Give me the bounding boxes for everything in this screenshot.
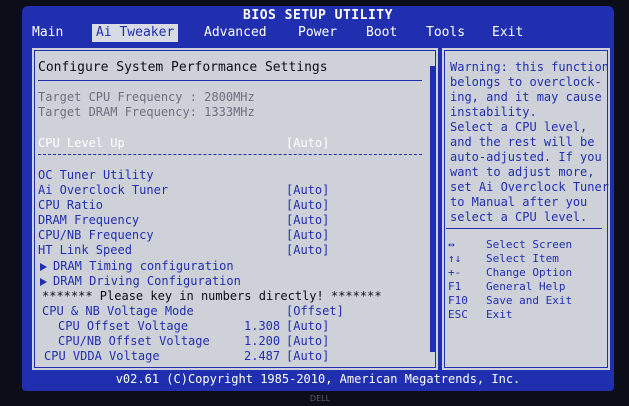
cpu-nb-frequency-value[interactable]: [Auto]: [286, 228, 329, 242]
voltage-mode-label[interactable]: CPU & NB Voltage Mode: [42, 304, 194, 318]
help-line: belongs to overclock-: [450, 75, 602, 89]
cpu-level-up-value[interactable]: [Auto]: [286, 136, 329, 150]
cpu-offset-voltage-value[interactable]: [Auto]: [286, 319, 329, 333]
help-line: auto-adjusted. If you: [450, 150, 602, 164]
dram-frequency-value[interactable]: [Auto]: [286, 213, 329, 227]
target-dram-frequency: Target DRAM Frequency: 1333MHz: [38, 105, 255, 119]
submenu-arrow-icon: [40, 277, 47, 286]
key-desc: Exit: [486, 308, 513, 321]
submenu-dram-driving-label: DRAM Driving Configuration: [53, 274, 241, 288]
help-line: want to adjust more,: [450, 165, 595, 179]
menu-main[interactable]: Main: [28, 24, 67, 42]
section-divider: [38, 154, 422, 155]
f10-key: F10: [448, 294, 468, 307]
cpu-vdda-voltage-value[interactable]: [Auto]: [286, 349, 329, 363]
cpu-ratio-value[interactable]: [Auto]: [286, 198, 329, 212]
section-title: Configure System Performance Settings: [38, 60, 328, 75]
submenu-dram-driving[interactable]: DRAM Driving Configuration: [40, 274, 241, 288]
submenu-dram-timing[interactable]: DRAM Timing configuration: [40, 259, 234, 273]
ht-link-speed-label[interactable]: HT Link Speed: [38, 243, 132, 257]
help-line: and the rest will be: [450, 135, 595, 149]
help-line: set Ai Overclock Tuner: [450, 180, 609, 194]
menu-ai-tweaker[interactable]: Ai Tweaker: [92, 24, 179, 42]
target-cpu-frequency: Target CPU Frequency : 2800MHz: [38, 90, 255, 104]
help-line: Select a CPU level,: [450, 120, 588, 134]
help-panel: Warning: this function belongs to overcl…: [440, 46, 612, 372]
menu-exit[interactable]: Exit: [488, 24, 527, 42]
menu-advanced[interactable]: Advanced: [200, 24, 271, 42]
cpu-nb-offset-voltage-label[interactable]: CPU/NB Offset Voltage: [58, 334, 210, 348]
menu-bar: Main Ai Tweaker Advanced Power Boot Tool…: [22, 24, 614, 42]
menu-tools[interactable]: Tools: [422, 24, 469, 42]
cpu-vdda-voltage-label[interactable]: CPU VDDA Voltage: [44, 349, 160, 363]
bios-title: BIOS SETUP UTILITY: [243, 8, 393, 23]
esc-key: ESC: [448, 308, 468, 321]
monitor-brand-logo: DELL: [309, 394, 331, 403]
cpu-nb-offset-voltage-value[interactable]: [Auto]: [286, 334, 329, 348]
plus-minus-key: +-: [448, 266, 462, 279]
help-line: instability.: [450, 105, 537, 119]
ht-link-speed-value[interactable]: [Auto]: [286, 243, 329, 257]
ai-overclock-tuner-value[interactable]: [Auto]: [286, 183, 329, 197]
key-desc: General Help: [486, 280, 566, 293]
key-desc: Save and Exit: [486, 294, 573, 307]
menu-boot[interactable]: Boot: [362, 24, 401, 42]
oc-tuner-utility[interactable]: OC Tuner Utility: [38, 168, 154, 182]
settings-panel: Configure System Performance Settings Ta…: [30, 46, 440, 372]
help-line: select a CPU level.: [450, 210, 588, 224]
footer-copyright: v02.61 (C)Copyright 1985-2010, American …: [115, 372, 521, 386]
monitor-screen: BIOS SETUP UTILITY Main Ai Tweaker Advan…: [0, 0, 629, 406]
help-line: to Manual after you: [450, 195, 588, 209]
cpu-ratio-label[interactable]: CPU Ratio: [38, 198, 103, 212]
cpu-level-up-label[interactable]: CPU Level Up: [38, 136, 125, 150]
notice-text: ******* Please key in numbers directly! …: [42, 289, 382, 303]
title-divider: [38, 80, 422, 81]
menu-power[interactable]: Power: [294, 24, 341, 42]
ai-overclock-tuner-label[interactable]: Ai Overclock Tuner: [38, 183, 168, 197]
help-line: ing, and it may cause: [450, 90, 602, 104]
cpu-nb-offset-voltage-current: 1.200: [244, 334, 281, 348]
submenu-arrow-icon: [40, 262, 47, 271]
help-divider: [446, 228, 602, 229]
key-desc: Change Option: [486, 266, 573, 279]
cpu-offset-voltage-label[interactable]: CPU Offset Voltage: [58, 319, 188, 333]
help-line: Warning: this function: [450, 60, 609, 74]
up-down-arrow-icon: ↑↓: [448, 252, 462, 265]
dram-frequency-label[interactable]: DRAM Frequency: [38, 213, 139, 227]
key-desc: Select Screen: [486, 238, 573, 251]
cpu-nb-frequency-label[interactable]: CPU/NB Frequency: [38, 228, 154, 242]
cpu-vdda-voltage-current: 2.487: [244, 349, 281, 363]
scrollbar[interactable]: [430, 66, 436, 352]
voltage-mode-value[interactable]: [Offset]: [286, 304, 344, 318]
bios-window: BIOS SETUP UTILITY Main Ai Tweaker Advan…: [22, 6, 614, 391]
submenu-dram-timing-label: DRAM Timing configuration: [53, 259, 234, 273]
f1-key: F1: [448, 280, 462, 293]
left-right-arrow-icon: ↔: [448, 238, 455, 251]
key-desc: Select Item: [486, 252, 559, 265]
cpu-offset-voltage-current: 1.308: [244, 319, 281, 333]
